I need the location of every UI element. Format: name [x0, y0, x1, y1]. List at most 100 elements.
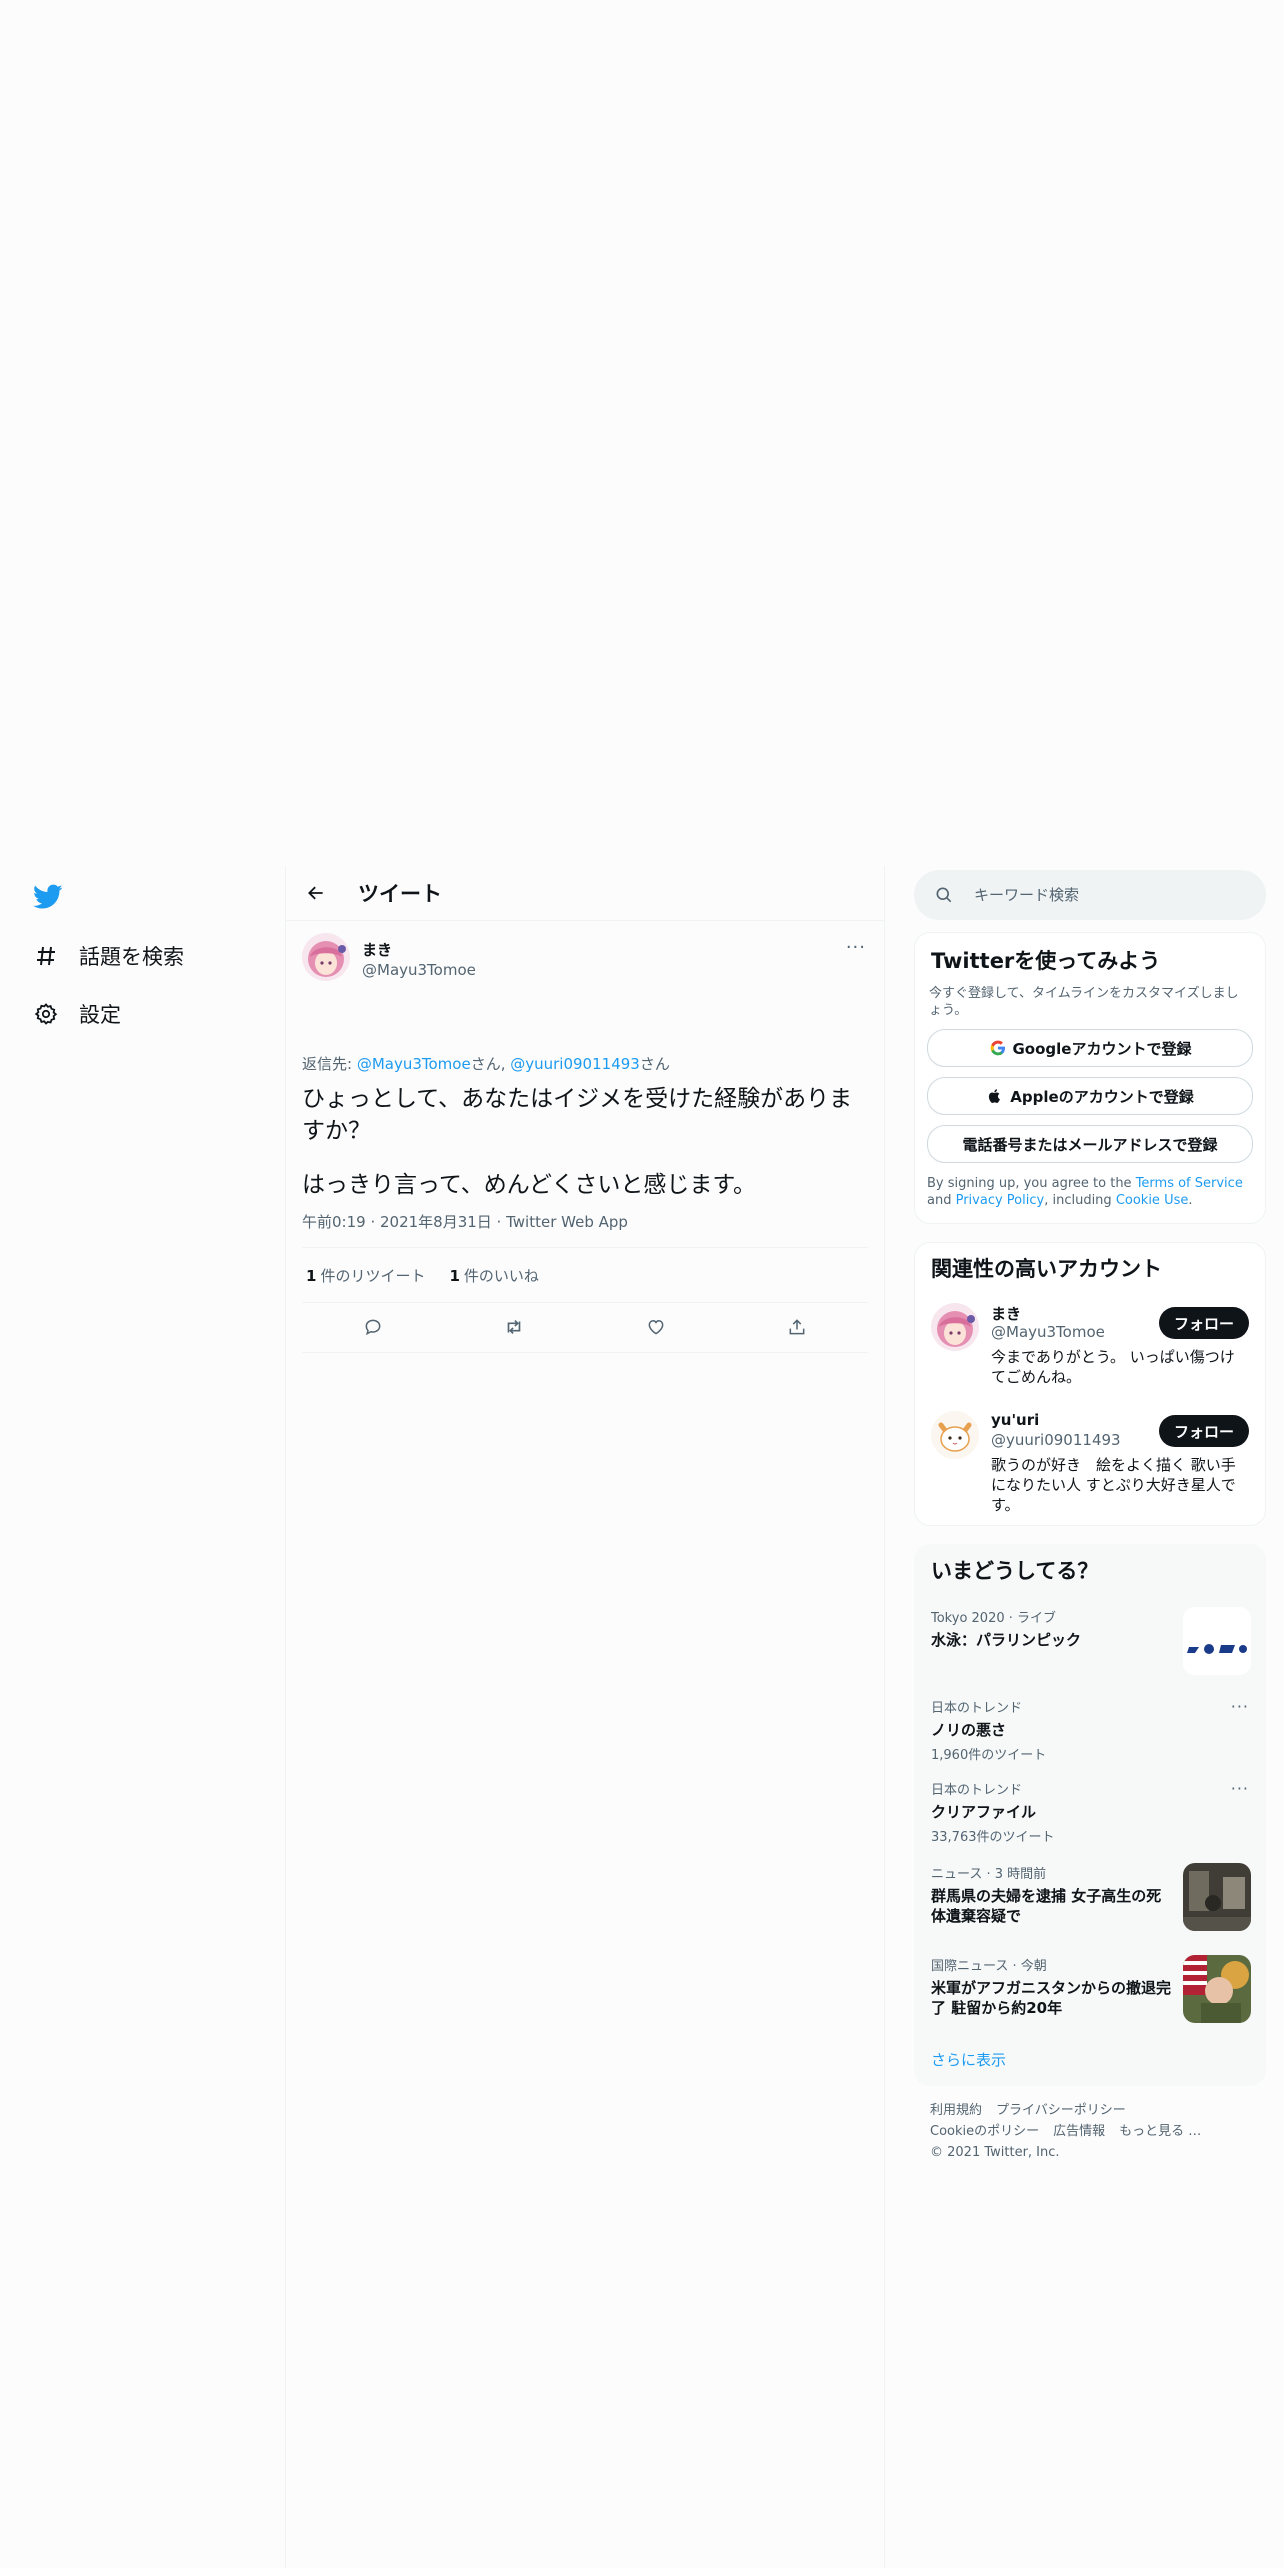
- terms-link[interactable]: Terms of Service: [1136, 1176, 1243, 1191]
- footer-ads[interactable]: 広告情報: [1053, 2124, 1105, 2139]
- apple-icon: [986, 1087, 1004, 1105]
- tweet-text-line-2: はっきり言って、めんどくさいと感じます。: [302, 1172, 757, 1198]
- share-icon[interactable]: [780, 1310, 814, 1344]
- retweet-count: 1: [306, 1266, 317, 1285]
- related-accounts-card: 関連性の高いアカウント まき @Mayu3Tomoe フォロー 今までありがとう…: [914, 1242, 1266, 1526]
- replying-to: 返信先: @Mayu3Tomoeさん, @yuuri09011493さん: [302, 1053, 670, 1074]
- footer-privacy[interactable]: プライバシーポリシー: [996, 2103, 1126, 2118]
- related-account-2[interactable]: yu'uri @yuuri09011493 フォロー 歌うのが好き 絵をよく描く…: [931, 1411, 1253, 1521]
- account-handle: @Mayu3Tomoe: [991, 1323, 1105, 1341]
- page-title: ツイート: [358, 882, 442, 906]
- footer-links: 利用規約 プライバシーポリシー Cookieのポリシー 広告情報 もっと見る … © …: [930, 2100, 1215, 2163]
- trend-count: 1,960件のツイート: [931, 1748, 1047, 1763]
- gear-icon: [33, 1001, 59, 1027]
- tweet-stats: 1 件のリツイート 1 件のいいね: [302, 1247, 868, 1303]
- trend-name: 米軍がアフガニスタンからの撤退完了 駐留から約20年: [931, 1979, 1172, 2017]
- search-icon: [934, 885, 954, 905]
- signup-subtitle: 今すぐ登録して、タイムラインをカスタマイズしましょう。: [929, 986, 1239, 1018]
- main-right-border: [884, 866, 885, 2568]
- tweet-text-line-1: ひょっとして、あなたはイジメを受けた経験がありますか？: [302, 1086, 853, 1144]
- account-avatar[interactable]: [931, 1303, 979, 1351]
- trend-context: 日本のトレンド: [931, 1701, 1023, 1716]
- search-box[interactable]: [914, 870, 1266, 920]
- main-column: ツイート まき @Mayu3Tomoe ··· 返信先: @Mayu3Tomoe…: [286, 866, 884, 1353]
- account-bio: 歌うのが好き 絵をよく描く 歌い手になりたい人 すとぷり大好き星人です。: [991, 1456, 1236, 1514]
- related-title: 関連性の高いアカウント: [931, 1257, 1162, 1281]
- legal-including: , including: [1044, 1193, 1116, 1208]
- apple-signup-button[interactable]: Appleのアカウントで登録: [927, 1077, 1253, 1115]
- more-options-icon[interactable]: ···: [846, 937, 866, 958]
- trend-thumbnail: [1183, 1863, 1251, 1931]
- trend-item[interactable]: ニュース · 3 時間前 群馬県の夫婦を逮捕 女子高生の死体遺棄容疑で: [931, 1863, 1251, 1935]
- trend-more-icon[interactable]: ···: [1231, 1697, 1249, 1716]
- trend-thumbnail: [1183, 1607, 1251, 1675]
- signup-title: Twitterを使ってみよう: [931, 949, 1161, 973]
- account-name: yu'uri: [991, 1411, 1040, 1429]
- footer-more[interactable]: もっと見る …: [1119, 2124, 1201, 2139]
- privacy-link[interactable]: Privacy Policy: [956, 1193, 1045, 1208]
- tweet-actions: [302, 1302, 868, 1353]
- account-handle: @yuuri09011493: [991, 1431, 1121, 1449]
- trend-name: 群馬県の夫婦を逮捕 女子高生の死体遺棄容疑で: [931, 1887, 1162, 1925]
- legal-and: and: [927, 1193, 956, 1208]
- account-avatar[interactable]: [931, 1411, 979, 1459]
- hashtag-icon: [33, 943, 59, 969]
- author-handle[interactable]: @Mayu3Tomoe: [362, 961, 476, 979]
- legal-prefix: By signing up, you agree to the: [927, 1176, 1136, 1191]
- trend-name: ノリの悪さ: [931, 1721, 1007, 1739]
- related-account-1[interactable]: まき @Mayu3Tomoe フォロー 今までありがとう。 いっぱい傷つけてごめ…: [931, 1303, 1253, 1403]
- show-more-link[interactable]: さらに表示: [931, 2049, 1006, 2070]
- account-bio: 今までありがとう。 いっぱい傷つけてごめんね。: [991, 1348, 1235, 1386]
- cookie-link[interactable]: Cookie Use: [1116, 1193, 1189, 1208]
- trend-item[interactable]: 日本のトレンド クリアファイル 33,763件のツイート ···: [931, 1779, 1251, 1845]
- replying-prefix: 返信先:: [302, 1055, 357, 1073]
- like-stat[interactable]: 1 件のいいね: [449, 1265, 538, 1286]
- footer-cookie[interactable]: Cookieのポリシー: [930, 2124, 1039, 2139]
- nav-explore[interactable]: 話題を検索: [33, 936, 184, 976]
- trend-item[interactable]: 日本のトレンド ノリの悪さ 1,960件のツイート ···: [931, 1697, 1251, 1763]
- trend-item[interactable]: 国際ニュース · 今朝 米軍がアフガニスタンからの撤退完了 駐留から約20年: [931, 1955, 1251, 2027]
- trend-item[interactable]: Tokyo 2020 · ライブ 水泳：パラリンピック: [931, 1607, 1251, 1677]
- author-avatar[interactable]: [302, 933, 350, 981]
- footer-copyright: © 2021 Twitter, Inc.: [930, 2145, 1060, 2160]
- tweet-text: ひょっとして、あなたはイジメを受けた経験がありますか？ はっきり言って、めんどく…: [302, 1083, 862, 1201]
- twitter-logo-icon[interactable]: [33, 884, 65, 912]
- phone-email-signup-label: 電話番号またはメールアドレスで登録: [962, 1135, 1218, 1154]
- page-header: ツイート: [286, 866, 884, 921]
- trend-name: クリアファイル: [931, 1803, 1037, 1821]
- reply-icon[interactable]: [356, 1310, 390, 1344]
- like-icon[interactable]: [639, 1310, 673, 1344]
- like-label: 件のいいね: [463, 1266, 539, 1285]
- trend-count: 33,763件のツイート: [931, 1830, 1055, 1845]
- reply-mention-2[interactable]: @yuuri09011493: [510, 1055, 640, 1073]
- follow-button[interactable]: フォロー: [1159, 1415, 1249, 1447]
- reply-separator: さん,: [470, 1055, 511, 1073]
- retweet-stat[interactable]: 1 件のリツイート: [306, 1265, 425, 1286]
- trends-card: いまどうしてる？ Tokyo 2020 · ライブ 水泳：パラリンピック 日本の…: [914, 1544, 1266, 2086]
- like-count: 1: [449, 1266, 460, 1285]
- phone-email-signup-button[interactable]: 電話番号またはメールアドレスで登録: [927, 1125, 1253, 1163]
- retweet-icon[interactable]: [497, 1310, 531, 1344]
- google-signup-label: Googleアカウントで登録: [1012, 1039, 1192, 1058]
- nav-settings[interactable]: 設定: [33, 994, 121, 1034]
- trend-thumbnail: [1183, 1955, 1251, 2023]
- reply-mention-1[interactable]: @Mayu3Tomoe: [357, 1055, 471, 1073]
- apple-signup-label: Appleのアカウントで登録: [1010, 1087, 1194, 1106]
- back-arrow-icon[interactable]: [302, 879, 330, 907]
- legal-period: .: [1188, 1193, 1193, 1208]
- signup-card: Twitterを使ってみよう 今すぐ登録して、タイムラインをカスタマイズしましょ…: [914, 932, 1266, 1224]
- author-name[interactable]: まき: [362, 939, 392, 960]
- tweet-timestamp[interactable]: 午前0:19 · 2021年8月31日 · Twitter Web App: [302, 1211, 628, 1232]
- footer-terms[interactable]: 利用規約: [930, 2103, 982, 2118]
- google-icon: [989, 1039, 1007, 1057]
- search-input[interactable]: [972, 885, 1236, 905]
- follow-button[interactable]: フォロー: [1159, 1307, 1249, 1339]
- trend-more-icon[interactable]: ···: [1231, 1779, 1249, 1798]
- nav-explore-label: 話題を検索: [79, 945, 184, 969]
- google-signup-button[interactable]: Googleアカウントで登録: [927, 1029, 1253, 1067]
- nav-settings-label: 設定: [79, 1003, 121, 1027]
- main-left-border: [285, 866, 286, 2568]
- account-name: まき: [991, 1305, 1022, 1323]
- trends-title: いまどうしてる？: [931, 1559, 1099, 1583]
- reply-suffix: さん: [639, 1055, 670, 1073]
